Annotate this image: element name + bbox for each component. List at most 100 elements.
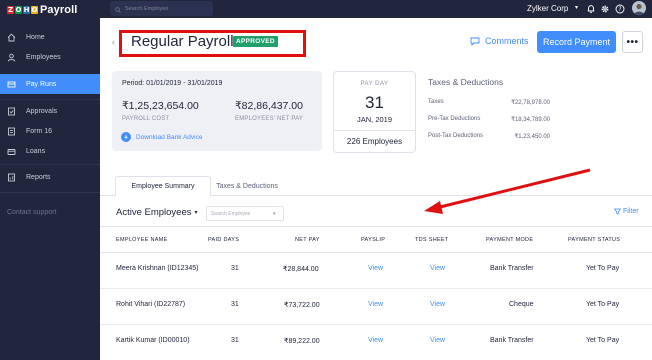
- search-input[interactable]: [125, 5, 210, 12]
- employee-count: 226 Employees: [346, 137, 403, 146]
- sidebar-item-form-16[interactable]: Form 16: [0, 121, 100, 141]
- net-pay: ₹28,844.00: [283, 266, 319, 273]
- table-row[interactable]: Meera Krishnan (ID12345) 31 ₹28,844.00 V…: [100, 253, 652, 289]
- employee-search-input[interactable]: [211, 210, 273, 217]
- pre-tax-value: ₹18,34,789.00: [511, 117, 550, 123]
- column-header[interactable]: PAYSLIP: [361, 237, 385, 243]
- net-pay: ₹89,222.00: [284, 338, 320, 345]
- tax-label: Taxes: [428, 99, 444, 105]
- pay-day-card: PAY DAY 31 JAN, 2019 226 Employees: [333, 71, 416, 153]
- sidebar-item-loans[interactable]: Loans: [0, 141, 100, 161]
- table-row[interactable]: Kartik Kumar (ID00010) 31 ₹89,222.00 Vie…: [100, 325, 652, 360]
- column-header[interactable]: PAID DAYS: [208, 237, 239, 243]
- payment-mode: Bank Transfer: [490, 265, 534, 272]
- more-options-button[interactable]: •••: [622, 31, 643, 53]
- comments-icon: [470, 37, 480, 46]
- filter-button[interactable]: Filter: [614, 208, 639, 215]
- zoho-payroll-logo[interactable]: Z O H O Payroll: [7, 3, 77, 17]
- comments-button[interactable]: Comments: [470, 36, 529, 46]
- employee-name[interactable]: Rohit Vihari (ID22787): [116, 301, 185, 308]
- employee-view-dropdown[interactable]: Active Employees ▾: [116, 207, 198, 218]
- sidebar-item-label: Reports: [26, 173, 51, 181]
- chevron-down-icon: ▾: [273, 210, 276, 217]
- page-title: Regular Payroll: [131, 33, 234, 50]
- help-icon[interactable]: ?: [614, 3, 625, 14]
- filter-icon: [614, 208, 621, 215]
- bell-icon[interactable]: [585, 3, 596, 14]
- payment-status: Yet To Pay: [586, 337, 620, 344]
- view-payslip-link[interactable]: View: [368, 301, 383, 308]
- pay-day-label: PAY DAY: [360, 81, 389, 87]
- employees-icon: [7, 53, 16, 62]
- sidebar-item-pay-runs[interactable]: Pay Runs: [0, 74, 100, 94]
- organization-switcher[interactable]: Zylker Corp: [527, 4, 568, 13]
- divider: [334, 130, 415, 131]
- sidebar-divider: [0, 99, 100, 100]
- record-payment-button[interactable]: Record Payment: [537, 31, 616, 53]
- sidebar-item-approvals[interactable]: Approvals: [0, 101, 100, 121]
- sidebar-item-label: Loans: [26, 147, 46, 155]
- employee-name[interactable]: Kartik Kumar (ID00010): [116, 337, 190, 344]
- net-pay-value: ₹82,86,437.00: [235, 100, 303, 112]
- table-row[interactable]: Rohit Vihari (ID22787) 31 ₹73,722.00 Vie…: [100, 289, 652, 325]
- app-name: Payroll: [40, 4, 78, 16]
- post-tax-value: ₹1,23,450.00: [514, 134, 550, 140]
- sidebar-divider: [0, 192, 100, 193]
- column-header[interactable]: NET PAY: [295, 237, 320, 243]
- net-pay: ₹73,722.00: [284, 302, 320, 309]
- sidebar-item-reports[interactable]: Reports: [0, 167, 100, 187]
- comments-label: Comments: [485, 36, 529, 46]
- taxes-deductions-title: Taxes & Deductions: [428, 77, 504, 87]
- chevron-down-icon[interactable]: ▾: [575, 4, 578, 11]
- download-icon: [121, 132, 131, 142]
- table-header: EMPLOYEE NAME PAID DAYS NET PAY PAYSLIP …: [100, 226, 652, 253]
- gear-icon[interactable]: [599, 3, 610, 14]
- tab-taxes-deductions[interactable]: Taxes & Deductions: [213, 176, 281, 196]
- global-search[interactable]: [110, 1, 213, 16]
- zoho-logo-mark: Z O H O: [7, 6, 38, 14]
- reports-icon: [7, 173, 16, 182]
- paid-days: 31: [231, 301, 239, 308]
- download-bank-advice-link[interactable]: Download Bank Advice: [121, 132, 203, 142]
- payment-status: Yet To Pay: [586, 265, 620, 272]
- view-tds-link[interactable]: View: [430, 301, 445, 308]
- column-header[interactable]: TDS SHEET: [415, 237, 449, 243]
- sidebar: Z O H O Payroll Home Employees Pay Runs …: [0, 0, 100, 360]
- view-payslip-link[interactable]: View: [368, 265, 383, 272]
- pay-day-month: JAN, 2019: [356, 115, 393, 124]
- approvals-icon: [7, 107, 16, 116]
- employee-name[interactable]: Meera Krishnan (ID12345): [116, 265, 199, 272]
- employee-search[interactable]: ▾: [206, 206, 284, 221]
- paid-days: 31: [231, 337, 239, 344]
- pay-day-date: 31: [365, 93, 384, 112]
- sidebar-item-label: Home: [26, 33, 45, 41]
- payment-mode: Cheque: [509, 301, 534, 308]
- sidebar-item-employees[interactable]: Employees: [0, 47, 100, 67]
- column-header[interactable]: PAYMENT STATUS: [568, 237, 620, 243]
- search-icon: [115, 0, 121, 18]
- tab-bar: Employee Summary Taxes & Deductions: [100, 176, 652, 196]
- period: Period: 01/01/2019 - 31/01/2019: [122, 80, 223, 87]
- avatar[interactable]: [632, 1, 646, 15]
- sidebar-item-label: Employees: [26, 53, 61, 61]
- contact-support-link[interactable]: Contact support: [7, 209, 56, 216]
- paid-days: 31: [231, 265, 239, 272]
- sidebar-item-label: Approvals: [26, 107, 58, 115]
- home-icon: [7, 33, 16, 42]
- column-header[interactable]: PAYMENT MODE: [486, 237, 533, 243]
- column-header[interactable]: EMPLOYEE NAME: [116, 237, 168, 243]
- form16-icon: [7, 127, 16, 136]
- view-tds-link[interactable]: View: [430, 265, 445, 272]
- payroll-cost-value: ₹1,25,23,654.00: [122, 100, 199, 112]
- view-tds-link[interactable]: View: [430, 337, 445, 344]
- payment-mode: Bank Transfer: [490, 337, 534, 344]
- back-icon[interactable]: ‹: [112, 37, 115, 47]
- tab-employee-summary[interactable]: Employee Summary: [115, 176, 211, 196]
- sidebar-divider: [0, 164, 100, 165]
- payroll-cost-label: PAYROLL COST: [122, 116, 170, 122]
- svg-text:?: ?: [618, 6, 621, 13]
- status-badge: APPROVED: [233, 36, 278, 47]
- view-payslip-link[interactable]: View: [368, 337, 383, 344]
- loans-icon: [7, 147, 16, 156]
- sidebar-item-home[interactable]: Home: [0, 27, 100, 47]
